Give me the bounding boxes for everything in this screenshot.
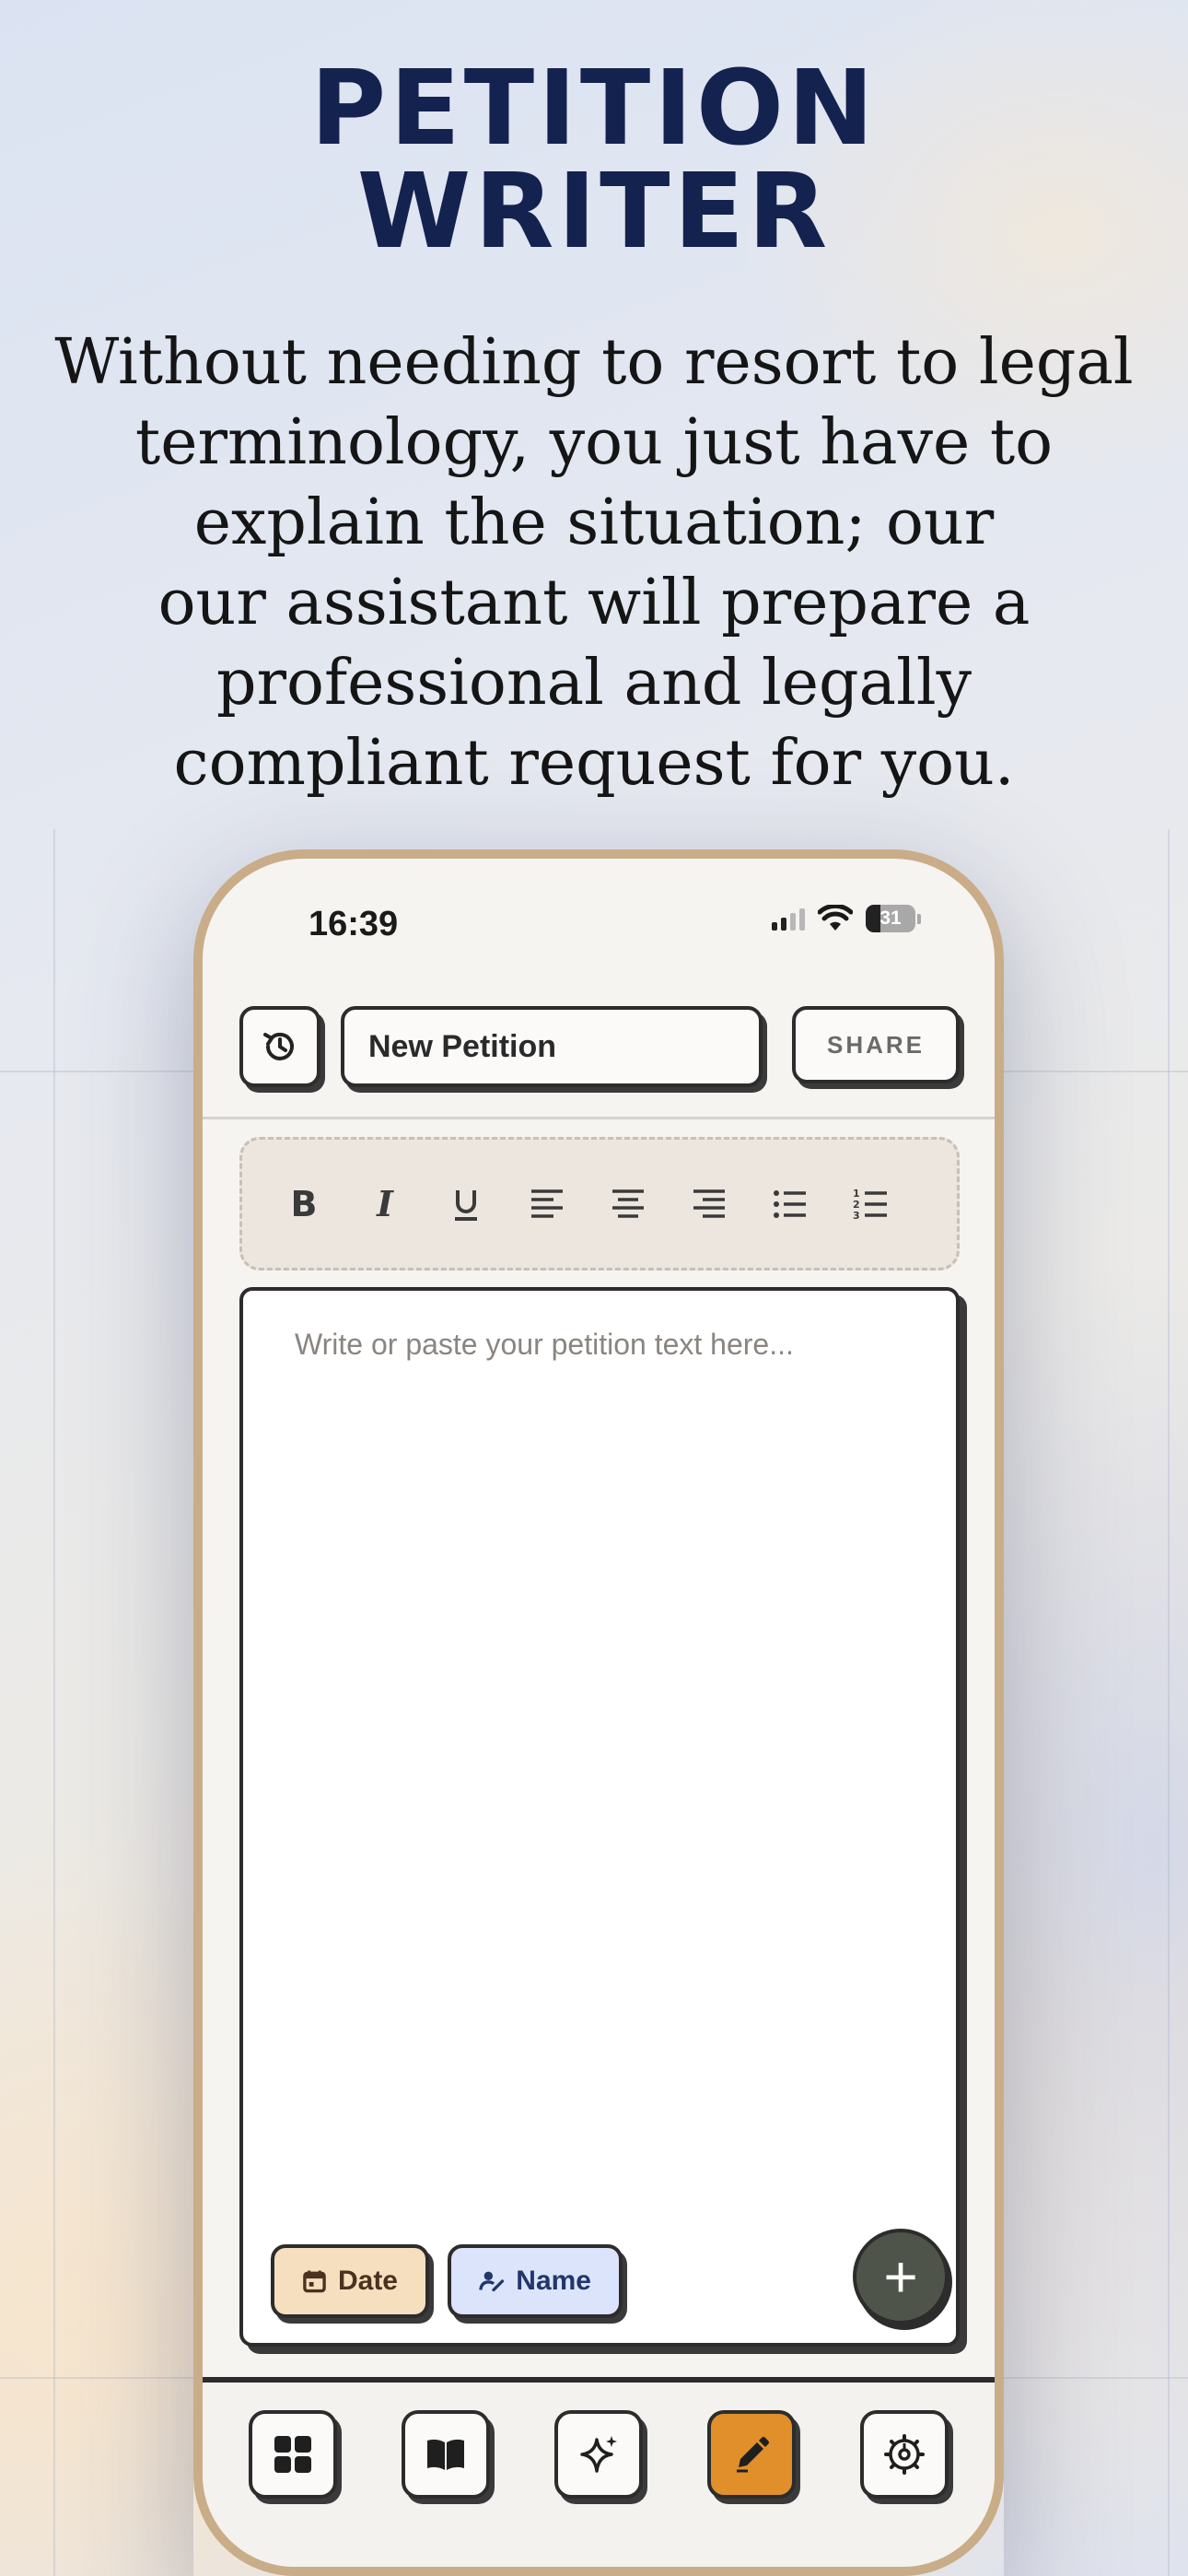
calendar-icon xyxy=(303,2270,326,2293)
battery-icon: 31 xyxy=(866,905,921,932)
grid-line xyxy=(53,829,55,2576)
align-right-icon[interactable] xyxy=(686,1181,732,1227)
sparkle-icon xyxy=(580,2436,617,2473)
svg-text:3: 3 xyxy=(853,1210,860,1222)
bullet-list-icon[interactable] xyxy=(767,1181,813,1227)
hero-description-line: professional and legally xyxy=(215,647,973,720)
editor-placeholder: Write or paste your petition text here..… xyxy=(295,1328,794,1361)
align-left-icon[interactable] xyxy=(524,1181,570,1227)
divider xyxy=(203,1117,995,1119)
status-icons: 31 xyxy=(772,905,921,932)
insert-name-chip[interactable]: Name xyxy=(448,2244,623,2318)
battery-level: 31 xyxy=(866,905,915,932)
hero-description-line: compliant request for you. xyxy=(173,727,1015,800)
hero-description-line: Without needing to resort to legal xyxy=(54,326,1134,399)
hero-title-line: WRITER xyxy=(356,152,832,272)
hero-title: PETITION WRITER xyxy=(0,57,1188,263)
hero-description-line: explain the situation; our xyxy=(193,486,995,559)
book-icon xyxy=(427,2439,464,2470)
hero-description: Without needing to resort to legal termi… xyxy=(46,322,1142,803)
petition-title-input[interactable]: New Petition xyxy=(341,1006,763,1087)
settings-icon xyxy=(884,2434,925,2475)
signal-icon xyxy=(772,907,805,931)
add-fab-button[interactable]: + xyxy=(853,2229,949,2324)
nav-settings-button[interactable] xyxy=(860,2410,949,2499)
hero-description-line: terminology, you just have to xyxy=(134,406,1054,479)
top-bar: New Petition SHARE xyxy=(239,1006,967,1089)
insert-date-chip[interactable]: Date xyxy=(271,2244,429,2318)
signature-icon xyxy=(479,2271,505,2292)
nav-write-button[interactable] xyxy=(707,2410,796,2499)
underline-icon[interactable] xyxy=(443,1181,489,1227)
history-icon xyxy=(263,1032,294,1060)
insert-name-label: Name xyxy=(516,2266,591,2296)
grid-icon xyxy=(274,2436,311,2473)
petition-text-editor[interactable]: Write or paste your petition text here..… xyxy=(239,1287,960,2347)
hero-title-line: PETITION xyxy=(310,49,878,169)
wifi-icon xyxy=(818,905,853,931)
bold-icon[interactable]: B xyxy=(281,1181,327,1227)
italic-icon[interactable]: I xyxy=(362,1181,408,1227)
phone-frame: 16:39 31 New Petition SHARE B I 1 2 3 Wr… xyxy=(193,849,1004,2576)
numbered-list-icon[interactable]: 123 xyxy=(848,1181,894,1227)
nav-dashboard-button[interactable] xyxy=(249,2410,337,2499)
bottom-nav xyxy=(203,2383,995,2567)
insert-date-label: Date xyxy=(337,2266,398,2296)
grid-line xyxy=(1168,829,1170,2576)
nav-library-button[interactable] xyxy=(402,2410,490,2499)
nav-ai-assist-button[interactable] xyxy=(554,2410,643,2499)
share-button[interactable]: SHARE xyxy=(792,1006,960,1083)
align-center-icon[interactable] xyxy=(605,1181,651,1227)
format-toolbar: B I 123 xyxy=(239,1137,960,1270)
hero-description-line: our assistant will prepare a xyxy=(157,567,1031,639)
history-button[interactable] xyxy=(239,1006,320,1087)
status-time: 16:39 xyxy=(309,905,399,943)
pen-icon xyxy=(737,2437,769,2473)
